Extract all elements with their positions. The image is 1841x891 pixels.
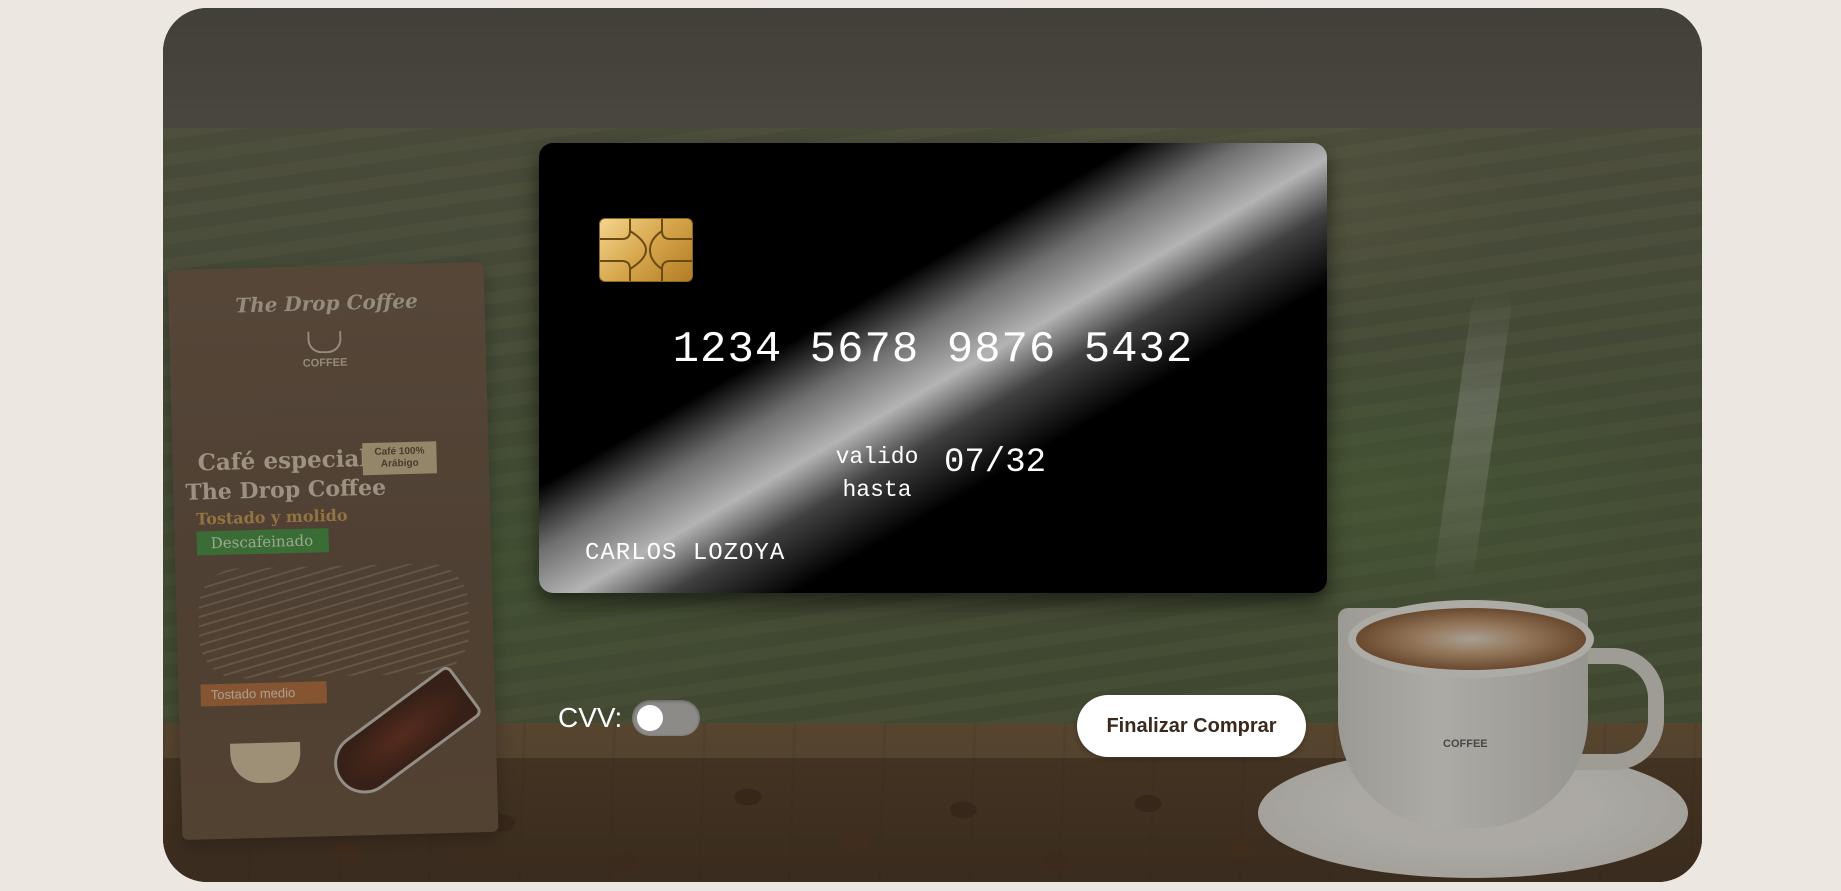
- cvv-label: CVV:: [558, 702, 623, 733]
- card-holder-name: CARLOS LOZOYA: [585, 540, 786, 567]
- toggle-knob: [637, 705, 664, 731]
- finish-purchase-button[interactable]: Finalizar Comprar: [1077, 695, 1306, 757]
- cvv-control: CVV:: [558, 698, 701, 738]
- expiry-date: 07/32: [944, 444, 1047, 482]
- credit-card: 1234 5678 9876 5432 valido hasta 07/32 C…: [539, 143, 1327, 593]
- checkout-panel: The Drop Coffee COFFEE Café especial Caf…: [163, 8, 1702, 882]
- card-chip-icon: [599, 218, 693, 282]
- cvv-toggle[interactable]: [632, 700, 701, 736]
- valid-thru-label: valido hasta: [835, 444, 919, 503]
- card-number: 1234 5678 9876 5432: [672, 325, 1194, 375]
